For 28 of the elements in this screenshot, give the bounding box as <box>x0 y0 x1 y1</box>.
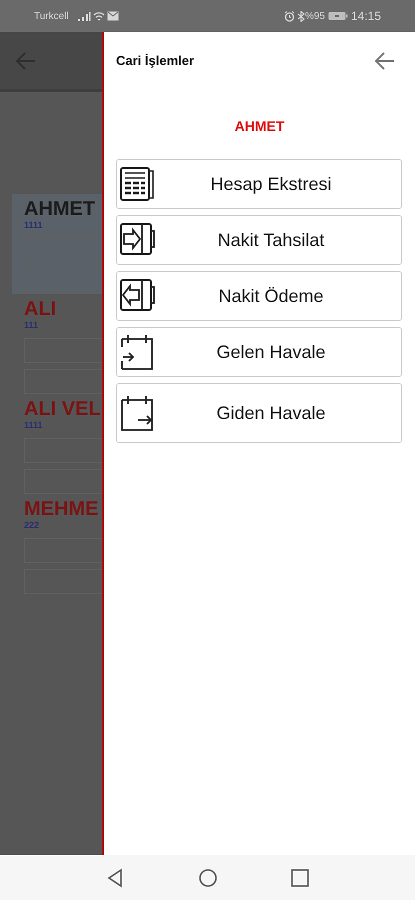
home-icon <box>198 868 218 888</box>
carrier-name: Turkcell <box>34 10 69 24</box>
recents-icon <box>290 868 310 888</box>
signal-icon <box>76 10 91 22</box>
action-button[interactable]: Nakit Tahsilat <box>116 215 402 265</box>
back-arrow-icon <box>375 52 395 70</box>
customer-name: ALI <box>24 298 58 320</box>
customer-name: ALI VEL <box>24 398 102 420</box>
statement-icon <box>120 165 156 203</box>
action-button[interactable]: Nakit Ödeme <box>116 271 402 321</box>
battery-icon <box>328 11 348 21</box>
transfer-in-icon <box>120 333 156 371</box>
action-button[interactable]: Hesap Ekstresi <box>116 159 402 209</box>
customer-name: AHMET <box>24 198 96 220</box>
mail-icon <box>106 11 119 21</box>
alarm-icon <box>284 10 295 22</box>
battery-percent: %95 <box>304 10 325 24</box>
action-button[interactable]: Giden Havale <box>116 383 402 443</box>
bluetooth-icon <box>296 10 305 22</box>
transfer-out-icon <box>120 394 156 432</box>
wifi-icon <box>92 10 105 22</box>
customer-heading: AHMET <box>234 117 286 136</box>
close-button[interactable] <box>373 50 397 72</box>
action-button[interactable]: Gelen Havale <box>116 327 402 377</box>
back-arrow-icon <box>16 52 36 70</box>
status-time: 14:15 <box>350 8 381 25</box>
drawer-title: Cari İşlemler <box>116 52 196 70</box>
customer-name: MEHME <box>24 498 100 520</box>
